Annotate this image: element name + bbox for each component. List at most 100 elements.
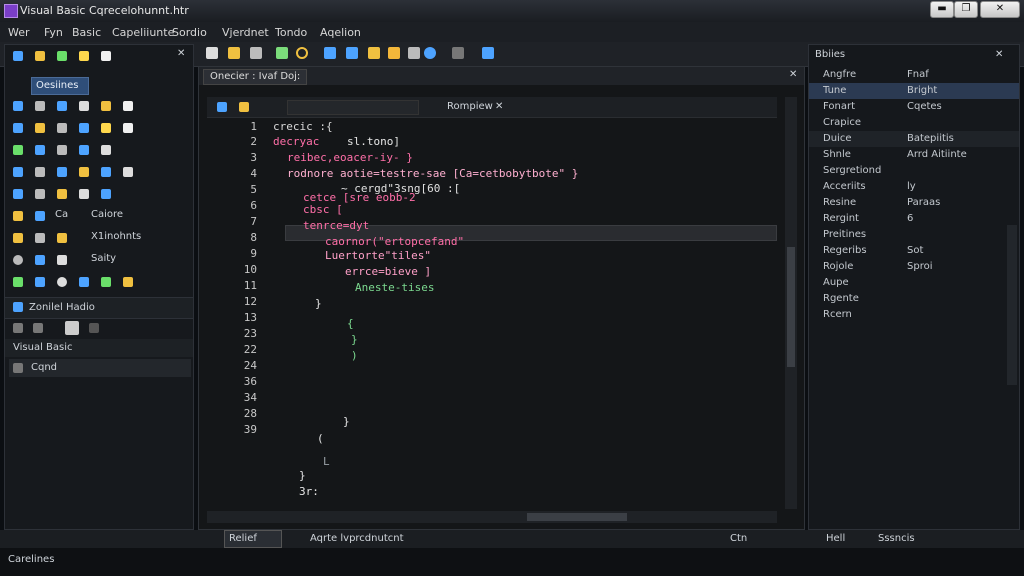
- tool-icon[interactable]: [79, 277, 89, 287]
- status-dropdown[interactable]: Relief: [224, 530, 282, 548]
- property-row[interactable]: Tune Bright: [809, 83, 1019, 99]
- editor-tab[interactable]: Onecier : Ivaf Doj:: [203, 69, 308, 85]
- tool-icon[interactable]: [57, 123, 67, 133]
- tool-icon[interactable]: [35, 277, 45, 287]
- property-row[interactable]: Crapice: [809, 115, 1019, 131]
- tool-icon[interactable]: [79, 123, 89, 133]
- tool-icon[interactable]: [35, 167, 45, 177]
- toolbox-section[interactable]: Zonilel Hadio: [5, 297, 193, 319]
- tool-icon[interactable]: [101, 167, 111, 177]
- close-window-button[interactable]: ✕: [980, 1, 1020, 18]
- bookmark-icon[interactable]: [388, 47, 400, 59]
- menu-item[interactable]: Sordio: [172, 26, 207, 39]
- property-row[interactable]: Fonart Cqetes: [809, 99, 1019, 115]
- code-line[interactable]: cbsc [: [303, 203, 343, 216]
- code-line[interactable]: ): [351, 349, 358, 362]
- minimize-button[interactable]: ▬: [930, 1, 954, 18]
- sub-tab-label[interactable]: Rompiew: [447, 101, 493, 112]
- build-icon[interactable]: [206, 47, 218, 59]
- sync-icon[interactable]: [424, 47, 436, 59]
- tool-icon[interactable]: [13, 277, 23, 287]
- menu-item[interactable]: Wer: [8, 26, 30, 39]
- tool-icon[interactable]: [89, 323, 99, 333]
- property-row[interactable]: Regeribs Sot: [809, 243, 1019, 259]
- code-line[interactable]: Luertorte"tiles": [325, 249, 431, 262]
- tool-icon[interactable]: [35, 145, 45, 155]
- step-icon[interactable]: [324, 47, 336, 59]
- properties-scrollbar[interactable]: [1007, 225, 1017, 385]
- code-line[interactable]: }: [299, 469, 306, 482]
- tool-icon[interactable]: [123, 167, 133, 177]
- tool-icon[interactable]: [13, 167, 23, 177]
- property-row[interactable]: Acceriits ly: [809, 179, 1019, 195]
- property-row[interactable]: Sergretiond: [809, 163, 1019, 179]
- tool-icon[interactable]: [123, 101, 133, 111]
- tool-icon[interactable]: [35, 255, 45, 265]
- property-row[interactable]: Rcern: [809, 307, 1019, 323]
- property-row[interactable]: Shnle Arrd Aitiinte: [809, 147, 1019, 163]
- tool-icon[interactable]: [35, 211, 45, 221]
- tool-icon[interactable]: [79, 101, 89, 111]
- tool-icon[interactable]: [57, 51, 67, 61]
- code-line[interactable]: errce=bieve ]: [345, 265, 431, 278]
- tool-icon[interactable]: [35, 189, 45, 199]
- property-row[interactable]: Resine Paraas: [809, 195, 1019, 211]
- tool-icon[interactable]: [79, 189, 89, 199]
- tool-icon[interactable]: [79, 51, 89, 61]
- tool-icon[interactable]: [13, 323, 23, 333]
- tool-icon[interactable]: [123, 123, 133, 133]
- refresh-icon[interactable]: [346, 47, 358, 59]
- tools-icon[interactable]: [452, 47, 464, 59]
- tool-icon[interactable]: [101, 145, 111, 155]
- tool-icon[interactable]: [65, 321, 79, 335]
- menu-item[interactable]: Vjerdnet: [222, 26, 269, 39]
- tool-icon[interactable]: [13, 123, 23, 133]
- tool-icon[interactable]: [13, 145, 23, 155]
- run-icon[interactable]: [228, 47, 240, 59]
- close-icon[interactable]: ✕: [789, 69, 797, 80]
- tool-icon[interactable]: [35, 51, 45, 61]
- property-value[interactable]: Paraas: [907, 197, 940, 208]
- status-tab[interactable]: Hell: [826, 533, 845, 544]
- toolbox-section[interactable]: Visual Basic: [5, 339, 193, 357]
- code-line[interactable]: (: [317, 432, 324, 445]
- code-line[interactable]: decryac: [273, 135, 319, 148]
- tool-icon[interactable]: [13, 101, 23, 111]
- scope-dropdown[interactable]: [287, 100, 419, 115]
- scroll-thumb[interactable]: [527, 513, 627, 521]
- close-icon[interactable]: ✕: [177, 48, 185, 59]
- property-row[interactable]: Angfre Fnaf: [809, 67, 1019, 83]
- status-search[interactable]: Ctn: [730, 533, 747, 544]
- menu-item[interactable]: Fyn: [44, 26, 63, 39]
- toolbox-dropdown[interactable]: Oesiines: [31, 77, 89, 95]
- tool-icon[interactable]: [101, 123, 111, 133]
- tool-icon[interactable]: [13, 189, 23, 199]
- tool-icon[interactable]: [101, 101, 111, 111]
- stop-icon[interactable]: [408, 47, 420, 59]
- property-row[interactable]: Rgente: [809, 291, 1019, 307]
- code-line[interactable]: }: [351, 333, 358, 346]
- tool-icon[interactable]: [35, 233, 45, 243]
- tool-icon[interactable]: [101, 277, 111, 287]
- code-line[interactable]: reibec,eoacer-iy- }: [287, 151, 413, 164]
- tool-icon[interactable]: [35, 123, 45, 133]
- property-row[interactable]: Rergint 6: [809, 211, 1019, 227]
- project-icon[interactable]: [368, 47, 380, 59]
- debug-icon[interactable]: [250, 47, 262, 59]
- code-line[interactable]: L: [323, 455, 330, 468]
- close-icon[interactable]: ✕: [995, 49, 1003, 60]
- code-line[interactable]: }: [315, 297, 322, 310]
- tool-icon[interactable]: [13, 233, 23, 243]
- close-icon[interactable]: ✕: [495, 101, 503, 112]
- tool-icon[interactable]: [57, 101, 67, 111]
- tool-icon[interactable]: [35, 101, 45, 111]
- tool-icon[interactable]: [79, 167, 89, 177]
- tool-icon[interactable]: [57, 145, 67, 155]
- tool-icon[interactable]: [33, 323, 43, 333]
- scroll-thumb[interactable]: [787, 247, 795, 367]
- property-value[interactable]: Batepiitis: [907, 133, 954, 144]
- edit-icon[interactable]: [276, 47, 288, 59]
- menu-item[interactable]: Aqelion: [320, 26, 361, 39]
- code-line[interactable]: 3r:: [299, 485, 319, 498]
- tool-icon[interactable]: [239, 102, 249, 112]
